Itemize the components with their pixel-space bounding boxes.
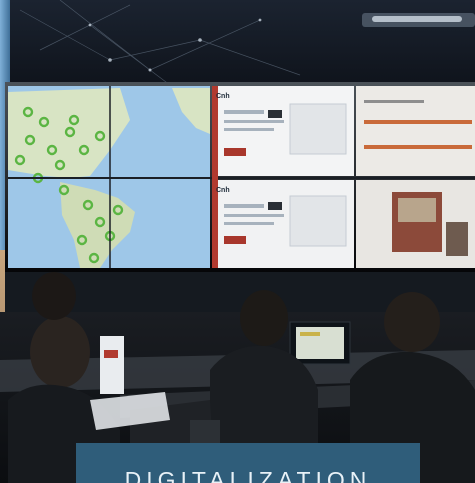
control-room-illustration: Cnh Cnh	[0, 0, 475, 483]
svg-text:Cnh: Cnh	[216, 187, 230, 194]
banner-label: DIGITALIZATION	[124, 467, 372, 483]
digitalization-banner: DIGITALIZATION	[76, 443, 420, 483]
control-room-photo: Cnh Cnh	[0, 0, 475, 483]
svg-text:Cnh: Cnh	[216, 93, 230, 100]
